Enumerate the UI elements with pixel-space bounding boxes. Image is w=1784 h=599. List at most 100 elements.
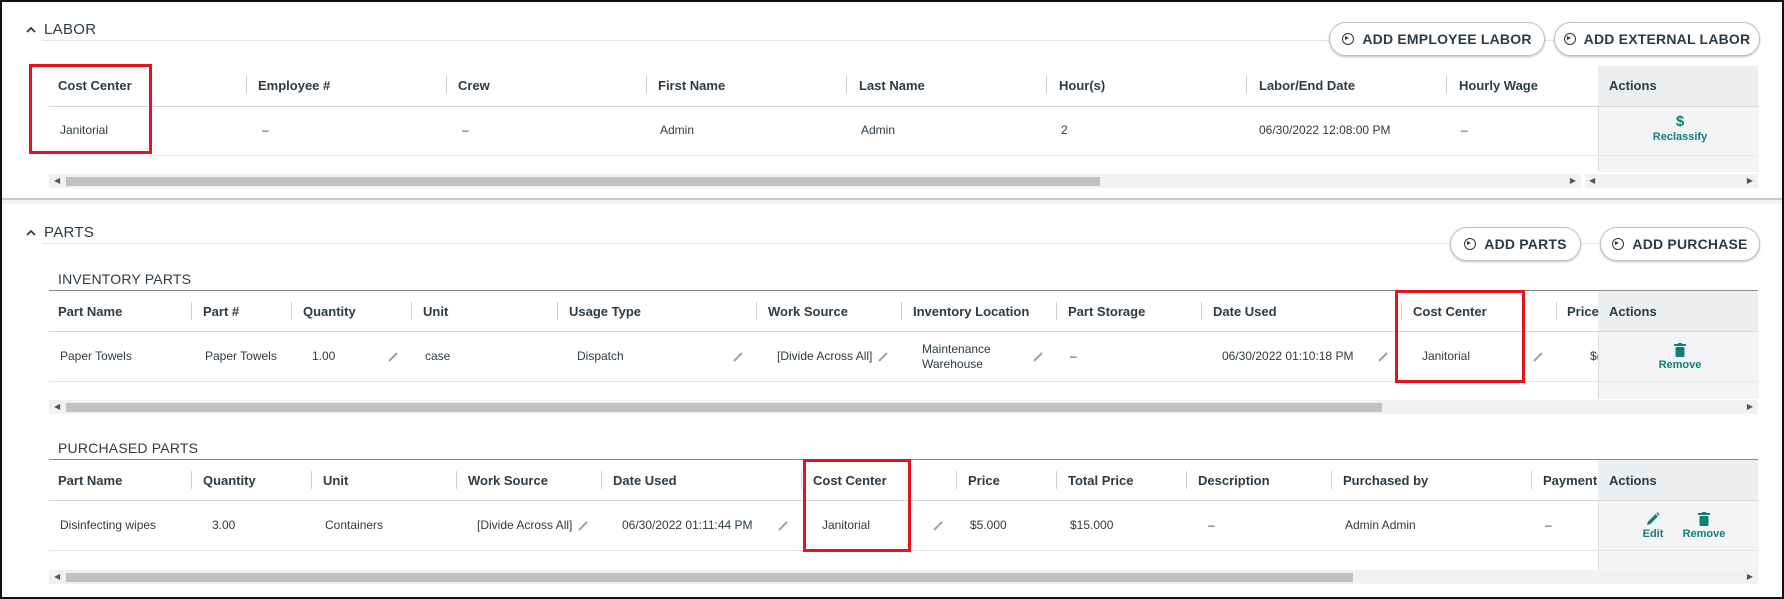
inv-cell-inventory-location-line1[interactable]: Maintenance: [922, 342, 991, 356]
edit-pencil-icon[interactable]: [932, 520, 944, 532]
pencil-icon: [1647, 512, 1660, 525]
labor-horizontal-scrollbar[interactable]: ◀ ▶: [49, 174, 1581, 188]
labor-section-toggle[interactable]: LABOR: [26, 21, 96, 38]
labor-header-first-name[interactable]: First Name: [658, 78, 725, 93]
labor-cell-first-name: Admin: [660, 123, 695, 137]
pur-header-total-price[interactable]: Total Price: [1068, 473, 1134, 488]
edit-pencil-icon[interactable]: [387, 351, 399, 363]
edit-pencil-icon[interactable]: [1032, 351, 1044, 363]
inv-header-unit[interactable]: Unit: [423, 304, 448, 319]
inv-remove-button[interactable]: Remove: [1650, 343, 1710, 371]
pur-cell-price: $5.000: [970, 518, 1007, 532]
labor-cell-hourly-wage: –: [1461, 123, 1468, 137]
pur-cell-date-used[interactable]: 06/30/2022 01:11:44 PM: [622, 518, 753, 532]
highlight-inventory-cost-center: [1395, 290, 1525, 383]
inv-header-usage-type[interactable]: Usage Type: [569, 304, 641, 319]
chevron-up-icon: [26, 229, 36, 236]
edit-pencil-icon[interactable]: [732, 351, 744, 363]
labor-cell-labor-end-date: 06/30/2022 12:08:00 PM: [1259, 123, 1391, 137]
pur-header-date-used[interactable]: Date Used: [613, 473, 677, 488]
pur-cell-quantity: 3.00: [212, 518, 236, 532]
pur-header-price[interactable]: Price: [968, 473, 1000, 488]
trash-icon: [1698, 512, 1710, 526]
scroll-left-icon[interactable]: ◀: [54, 572, 60, 581]
inv-cell-unit: case: [425, 349, 451, 363]
trash-icon: [1674, 343, 1686, 357]
pur-header-actions: Actions: [1609, 473, 1657, 488]
pur-edit-button[interactable]: Edit: [1633, 512, 1673, 540]
pur-header-payment[interactable]: Payment: [1543, 473, 1597, 488]
pur-header-quantity[interactable]: Quantity: [203, 473, 256, 488]
inv-header-work-source[interactable]: Work Source: [768, 304, 848, 319]
labor-header-labor-end-date[interactable]: Labor/End Date: [1259, 78, 1355, 93]
labor-header-crew[interactable]: Crew: [458, 78, 490, 93]
add-employee-labor-button[interactable]: ADD EMPLOYEE LABOR: [1329, 22, 1545, 56]
pur-header-work-source[interactable]: Work Source: [468, 473, 548, 488]
scroll-left-icon[interactable]: ◀: [54, 402, 60, 411]
labor-header-hours[interactable]: Hour(s): [1059, 78, 1105, 93]
inv-cell-inventory-location-line2[interactable]: Warehouse: [922, 357, 983, 371]
scroll-right-icon[interactable]: ▶: [1747, 176, 1753, 185]
scroll-right-icon[interactable]: ▶: [1747, 402, 1753, 411]
pur-header-purchased-by[interactable]: Purchased by: [1343, 473, 1428, 488]
highlight-purchased-cost-center: [803, 459, 911, 552]
scroll-left-icon[interactable]: ◀: [1589, 176, 1595, 185]
labor-actions-scrollbar[interactable]: ◀ ▶: [1585, 174, 1758, 188]
pur-cell-total-price: $15.000: [1070, 518, 1114, 532]
pur-header-description[interactable]: Description: [1198, 473, 1270, 488]
inv-cell-work-source[interactable]: [Divide Across All]: [777, 349, 872, 363]
purchased-scrollbar-thumb[interactable]: [66, 573, 1353, 582]
pur-remove-button[interactable]: Remove: [1678, 512, 1730, 540]
reclassify-button[interactable]: $ Reclassify: [1648, 113, 1712, 143]
labor-header-employee-no[interactable]: Employee #: [258, 78, 330, 93]
inv-cell-date-used[interactable]: 06/30/2022 01:10:18 PM: [1222, 349, 1353, 363]
pur-header-part-name[interactable]: Part Name: [58, 473, 122, 488]
scroll-right-icon[interactable]: ▶: [1747, 572, 1753, 581]
scroll-left-icon[interactable]: ◀: [54, 176, 60, 185]
inv-header-actions: Actions: [1609, 304, 1657, 319]
add-parts-button[interactable]: ADD PARTS: [1450, 227, 1581, 261]
pur-cell-description: –: [1208, 518, 1215, 532]
inv-cell-usage-type[interactable]: Dispatch: [577, 349, 624, 363]
inventory-horizontal-scrollbar[interactable]: ◀ ▶: [49, 400, 1758, 414]
pur-cell-part-name: Disinfecting wipes: [60, 518, 157, 532]
svg-text:$: $: [1676, 113, 1685, 129]
labor-header-actions: Actions: [1609, 78, 1657, 93]
pur-cell-work-source[interactable]: [Divide Across All]: [477, 518, 572, 532]
pur-cell-payment: –: [1545, 518, 1552, 532]
edit-pencil-icon[interactable]: [1532, 351, 1544, 363]
labor-cell-crew: –: [462, 123, 469, 137]
labor-cell-employee-no: –: [262, 123, 269, 137]
inv-cell-part-name: Paper Towels: [60, 349, 132, 363]
pur-cell-purchased-by: Admin Admin: [1345, 518, 1416, 532]
chevron-up-icon: [26, 26, 36, 33]
inv-header-part-no[interactable]: Part #: [203, 304, 239, 319]
inventory-scrollbar-thumb[interactable]: [66, 403, 1382, 412]
edit-pencil-icon[interactable]: [577, 520, 589, 532]
labor-header-last-name[interactable]: Last Name: [859, 78, 925, 93]
add-external-labor-button[interactable]: ADD EXTERNAL LABOR: [1554, 22, 1760, 56]
parts-section-toggle[interactable]: PARTS: [26, 224, 94, 241]
inv-header-price[interactable]: Price: [1567, 304, 1599, 319]
purchased-horizontal-scrollbar[interactable]: ◀ ▶: [49, 570, 1758, 584]
inv-header-part-storage[interactable]: Part Storage: [1068, 304, 1145, 319]
edit-pencil-icon[interactable]: [1377, 351, 1389, 363]
labor-section-title: LABOR: [44, 21, 97, 38]
inv-header-date-used[interactable]: Date Used: [1213, 304, 1277, 319]
add-circle-icon: [1612, 238, 1625, 250]
scroll-right-icon[interactable]: ▶: [1570, 176, 1576, 185]
inv-header-inventory-location[interactable]: Inventory Location: [913, 304, 1029, 319]
dollar-icon: $: [1676, 113, 1685, 129]
edit-pencil-icon[interactable]: [877, 351, 889, 363]
pur-header-unit[interactable]: Unit: [323, 473, 348, 488]
edit-pencil-icon[interactable]: [777, 520, 789, 532]
labor-header-hourly-wage[interactable]: Hourly Wage: [1459, 78, 1538, 93]
add-purchase-button[interactable]: ADD PURCHASE: [1600, 227, 1760, 261]
inv-header-quantity[interactable]: Quantity: [303, 304, 356, 319]
inv-header-part-name[interactable]: Part Name: [58, 304, 122, 319]
inventory-parts-title: INVENTORY PARTS: [58, 271, 192, 287]
add-circle-icon: [1464, 238, 1477, 250]
labor-scrollbar-thumb[interactable]: [66, 177, 1100, 186]
parts-section-title: PARTS: [44, 224, 95, 241]
inv-cell-quantity[interactable]: 1.00: [312, 349, 335, 363]
